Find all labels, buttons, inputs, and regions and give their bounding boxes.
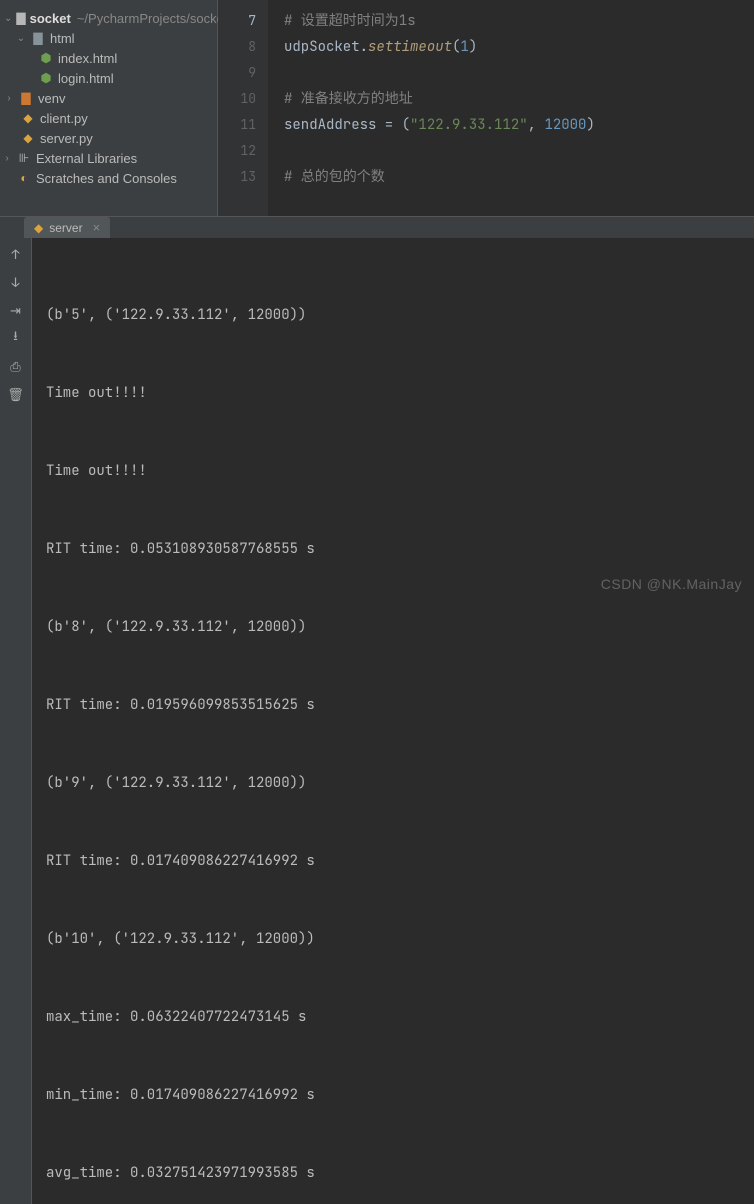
console-toolbar: ↑ ↓ ⇥ ⭳ ⎙ 🗑 [0, 238, 32, 1204]
console-line: min_time: 0.017409086227416992 s [46, 1082, 740, 1108]
line-number: 13 [218, 164, 256, 190]
html-file-icon: ⬢ [38, 70, 54, 86]
watermark: CSDN @NK.MainJay [601, 576, 742, 592]
tree-scratches[interactable]: ◐ Scratches and Consoles [0, 168, 217, 188]
print-button[interactable]: ⎙ [6, 356, 26, 376]
console-line: (b'9', ('122.9.33.112', 12000)) [46, 770, 740, 796]
python-file-icon: ◆ [20, 130, 36, 146]
tab-label: server [49, 221, 82, 235]
tree-folder-venv[interactable]: › ▇ venv [0, 88, 217, 108]
console-line: (b'8', ('122.9.33.112', 12000)) [46, 614, 740, 640]
scroll-down-button[interactable]: ↓ [6, 272, 26, 292]
line-gutter: 7 8 9 10 11 12 13 [218, 0, 268, 216]
scroll-up-button[interactable]: ↑ [6, 244, 26, 264]
console-line: (b'5', ('122.9.33.112', 12000)) [46, 302, 740, 328]
code-line [284, 138, 754, 164]
root-name: socket [30, 11, 71, 26]
run-tab-server[interactable]: ◆ server × [24, 217, 110, 238]
code-line: sendAddress = ("122.9.33.112", 12000) [284, 112, 754, 138]
project-tree[interactable]: ⌄ ▇ socket ~/PycharmProjects/socke ⌄ ▇ h… [0, 0, 218, 216]
root-path: ~/PycharmProjects/socke [77, 11, 224, 26]
tree-file-server[interactable]: ◆ server.py [0, 128, 217, 148]
console-line: (b'10', ('122.9.33.112', 12000)) [46, 926, 740, 952]
run-tabbar: ◆ server × [0, 217, 754, 238]
line-number: 9 [218, 60, 256, 86]
tree-file-login[interactable]: ⬢ login.html [0, 68, 217, 88]
soft-wrap-button[interactable]: ⇥ [6, 300, 26, 320]
code-area[interactable]: # 设置超时时间为1s udpSocket.settimeout(1) # 准备… [268, 0, 754, 216]
clear-button[interactable]: 🗑 [6, 384, 26, 404]
line-number: 10 [218, 86, 256, 112]
library-icon: ⊪ [16, 150, 32, 166]
console-line: Time out!!!! [46, 458, 740, 484]
line-number: 8 [218, 34, 256, 60]
run-tool-window: ◆ server × ↑ ↓ ⇥ ⭳ ⎙ 🗑 (b'5', ('122.9.33… [0, 216, 754, 602]
tree-root[interactable]: ⌄ ▇ socket ~/PycharmProjects/socke [0, 8, 217, 28]
console-line: RIT time: 0.017409086227416992 s [46, 848, 740, 874]
console-line: avg_time: 0.032751423971993585 s [46, 1160, 740, 1186]
folder-icon: ▇ [16, 10, 25, 26]
venv-folder-icon: ▇ [18, 90, 34, 106]
python-file-icon: ◆ [20, 110, 36, 126]
chevron-down-icon: ⌄ [4, 13, 12, 24]
line-number: 7 [218, 8, 256, 34]
tree-file-index[interactable]: ⬢ index.html [0, 48, 217, 68]
folder-icon: ▇ [30, 30, 46, 46]
tree-file-client[interactable]: ◆ client.py [0, 108, 217, 128]
scratches-icon: ◐ [16, 170, 32, 186]
tree-external-libs[interactable]: › ⊪ External Libraries [0, 148, 217, 168]
line-number: 11 [218, 112, 256, 138]
code-line: # 设置超时时间为1s [284, 8, 754, 34]
chevron-right-icon: › [2, 153, 12, 164]
console-line: Time out!!!! [46, 380, 740, 406]
console-line: max_time: 0.06322407722473145 s [46, 1004, 740, 1030]
html-file-icon: ⬢ [38, 50, 54, 66]
close-icon[interactable]: × [93, 220, 101, 235]
code-editor[interactable]: 7 8 9 10 11 12 13 # 设置超时时间为1s udpSocket.… [218, 0, 754, 216]
line-number: 12 [218, 138, 256, 164]
console-output[interactable]: (b'5', ('122.9.33.112', 12000)) Time out… [32, 238, 754, 1204]
code-line: # 总的包的个数 [284, 164, 754, 190]
code-line [284, 60, 754, 86]
console-line: RIT time: 0.053108930587768555 s [46, 536, 740, 562]
tree-folder-html[interactable]: ⌄ ▇ html [0, 28, 217, 48]
chevron-down-icon: ⌄ [16, 33, 26, 44]
python-file-icon: ◆ [34, 221, 43, 235]
chevron-right-icon: › [4, 93, 14, 104]
scroll-to-end-button[interactable]: ⭳ [6, 328, 26, 348]
code-line: udpSocket.settimeout(1) [284, 34, 754, 60]
console-line: RIT time: 0.019596099853515625 s [46, 692, 740, 718]
code-line: # 准备接收方的地址 [284, 86, 754, 112]
